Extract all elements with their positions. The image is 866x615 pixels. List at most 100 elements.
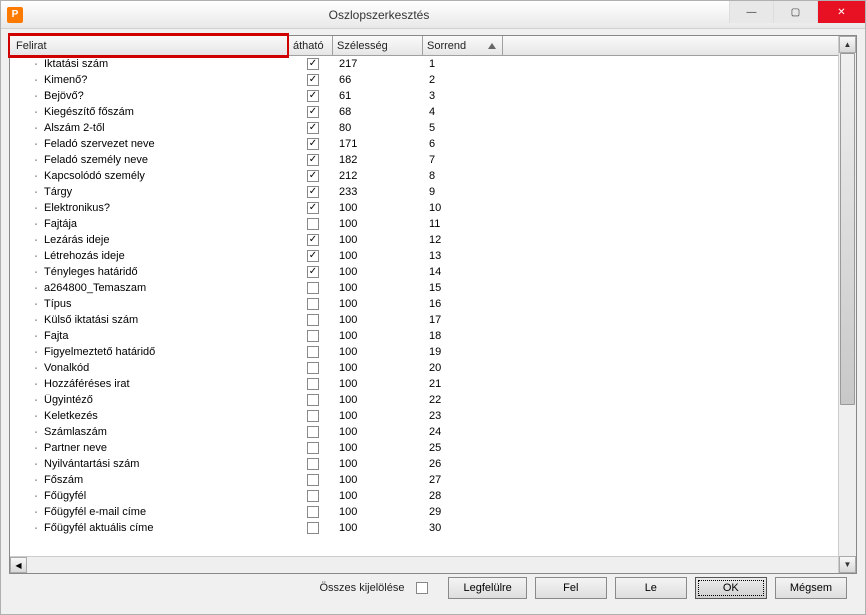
scroll-thumb[interactable] (840, 53, 855, 405)
header-sorrend[interactable]: Sorrend (423, 36, 503, 55)
scroll-track[interactable] (839, 53, 856, 556)
visible-checkbox[interactable] (307, 474, 319, 486)
header-szelesseg[interactable]: Szélesség (333, 36, 423, 55)
table-row[interactable]: ·Elektronikus?10010 (10, 200, 856, 216)
visible-checkbox[interactable] (307, 218, 319, 230)
table-row[interactable]: ·Feladó szervezet neve1716 (10, 136, 856, 152)
table-row[interactable]: ·Fajta10018 (10, 328, 856, 344)
visible-checkbox[interactable] (307, 410, 319, 422)
visible-checkbox[interactable] (307, 506, 319, 518)
table-row[interactable]: ·Bejövő?613 (10, 88, 856, 104)
table-row[interactable]: ·Ügyintéző10022 (10, 392, 856, 408)
header-lathato[interactable]: átható (289, 36, 333, 55)
visible-checkbox[interactable] (307, 378, 319, 390)
tree-branch-icon: · (30, 266, 42, 279)
visible-checkbox[interactable] (307, 170, 319, 182)
vertical-scrollbar[interactable]: ▲ ▼ (838, 36, 856, 573)
visible-checkbox[interactable] (307, 90, 319, 102)
visible-checkbox[interactable] (307, 442, 319, 454)
table-row[interactable]: ·Alszám 2-től805 (10, 120, 856, 136)
table-row[interactable]: ·Fajtája10011 (10, 216, 856, 232)
scroll-left-arrow-icon[interactable]: ◀ (10, 557, 27, 573)
visible-checkbox[interactable] (307, 346, 319, 358)
tree-branch-icon: · (30, 74, 42, 87)
header-felirat[interactable]: Felirat (8, 33, 289, 58)
table-row[interactable]: ·Számlaszám10024 (10, 424, 856, 440)
table-row[interactable]: ·Feladó személy neve1827 (10, 152, 856, 168)
visible-checkbox[interactable] (307, 58, 319, 70)
table-row[interactable]: ·Nyilvántartási szám10026 (10, 456, 856, 472)
table-row[interactable]: ·Főügyfél aktuális címe10030 (10, 520, 856, 536)
visible-checkbox[interactable] (307, 298, 319, 310)
visible-checkbox[interactable] (307, 186, 319, 198)
topmost-button[interactable]: Legfelülre (448, 577, 526, 599)
table-row[interactable]: ·Kapcsolódó személy2128 (10, 168, 856, 184)
table-row[interactable]: ·Kimenő?662 (10, 72, 856, 88)
table-row[interactable]: ·Kiegészítő főszám684 (10, 104, 856, 120)
visible-checkbox[interactable] (307, 106, 319, 118)
table-row[interactable]: ·Vonalkód10020 (10, 360, 856, 376)
table-row[interactable]: ·Figyelmeztető határidő10019 (10, 344, 856, 360)
scroll-down-arrow-icon[interactable]: ▼ (839, 556, 856, 573)
tree-branch-icon: · (30, 106, 42, 119)
tree-branch-icon: · (30, 506, 42, 519)
visible-checkbox[interactable] (307, 282, 319, 294)
titlebar: P Oszlopszerkesztés — ▢ ✕ (1, 1, 865, 29)
visible-checkbox[interactable] (307, 122, 319, 134)
visible-checkbox[interactable] (307, 314, 319, 326)
cancel-button[interactable]: Mégsem (775, 577, 847, 599)
select-all-checkbox[interactable] (416, 582, 428, 594)
row-order-cell: 10 (425, 202, 505, 214)
table-row[interactable]: ·Tárgy2339 (10, 184, 856, 200)
table-row[interactable]: ·Iktatási szám2171 (10, 56, 856, 72)
row-width-cell: 100 (335, 314, 425, 326)
table-row[interactable]: ·Partner neve10025 (10, 440, 856, 456)
table-row[interactable]: ·Tényleges határidő10014 (10, 264, 856, 280)
table-row[interactable]: ·Keletkezés10023 (10, 408, 856, 424)
scroll-up-arrow-icon[interactable]: ▲ (839, 36, 856, 53)
minimize-button[interactable]: — (729, 1, 773, 23)
row-width-cell: 100 (335, 250, 425, 262)
visible-checkbox[interactable] (307, 250, 319, 262)
row-label: Feladó személy neve (44, 154, 148, 166)
visible-checkbox[interactable] (307, 394, 319, 406)
visible-checkbox[interactable] (307, 154, 319, 166)
table-row[interactable]: ·Külső iktatási szám10017 (10, 312, 856, 328)
row-label-cell: ·Iktatási szám (10, 58, 291, 71)
visible-checkbox[interactable] (307, 74, 319, 86)
visible-checkbox[interactable] (307, 458, 319, 470)
table-row[interactable]: ·Típus10016 (10, 296, 856, 312)
close-button[interactable]: ✕ (817, 1, 865, 23)
table-row[interactable]: ·Lezárás ideje10012 (10, 232, 856, 248)
visible-checkbox[interactable] (307, 490, 319, 502)
table-row[interactable]: ·a264800_Temaszam10015 (10, 280, 856, 296)
table-row[interactable]: ·Főügyfél e-mail címe10029 (10, 504, 856, 520)
ok-button[interactable]: OK (695, 577, 767, 599)
visible-checkbox[interactable] (307, 330, 319, 342)
horizontal-scrollbar[interactable]: ◀ ▶ (10, 556, 856, 573)
down-button[interactable]: Le (615, 577, 687, 599)
table-row[interactable]: ·Létrehozás ideje10013 (10, 248, 856, 264)
visible-checkbox[interactable] (307, 234, 319, 246)
visible-checkbox[interactable] (307, 266, 319, 278)
row-width-cell: 100 (335, 426, 425, 438)
table-row[interactable]: ·Főügyfél10028 (10, 488, 856, 504)
visible-checkbox[interactable] (307, 522, 319, 534)
hscroll-track[interactable] (27, 557, 839, 573)
row-visible-cell (291, 122, 335, 134)
row-label-cell: ·Fajtája (10, 218, 291, 231)
table-row[interactable]: ·Hozzáféréses irat10021 (10, 376, 856, 392)
visible-checkbox[interactable] (307, 202, 319, 214)
row-order-cell: 20 (425, 362, 505, 374)
row-visible-cell (291, 426, 335, 438)
maximize-button[interactable]: ▢ (773, 1, 817, 23)
table-row[interactable]: ·Főszám10027 (10, 472, 856, 488)
up-button[interactable]: Fel (535, 577, 607, 599)
visible-checkbox[interactable] (307, 426, 319, 438)
row-label-cell: ·Főügyfél e-mail címe (10, 506, 291, 519)
visible-checkbox[interactable] (307, 362, 319, 374)
row-width-cell: 171 (335, 138, 425, 150)
row-width-cell: 100 (335, 522, 425, 534)
row-width-cell: 182 (335, 154, 425, 166)
visible-checkbox[interactable] (307, 138, 319, 150)
